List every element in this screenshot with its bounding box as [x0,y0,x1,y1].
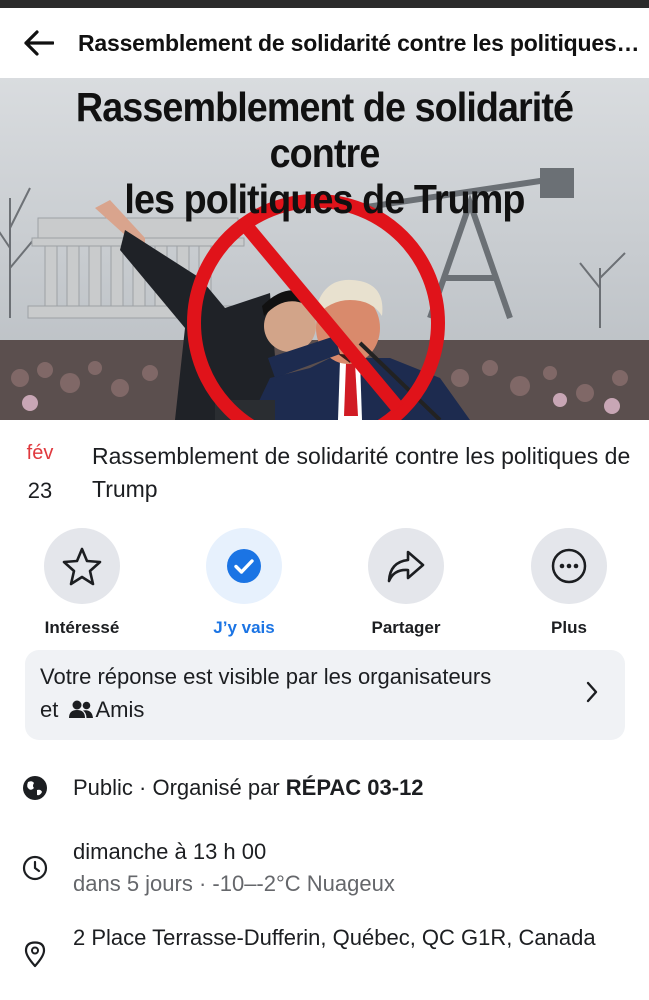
more-icon [551,548,587,584]
going-button[interactable]: J’y vais [184,528,304,638]
privacy-label: Public · Organisé par [73,775,280,800]
more-icon-circle [531,528,607,604]
interested-icon-circle [44,528,120,604]
chevron-right-icon [585,680,599,709]
going-label: J’y vais [213,618,275,637]
globe-icon [21,774,49,802]
more-button[interactable]: Plus [509,528,629,638]
location-pin-icon [21,940,49,968]
cover-headline: Rassemblement de solidarité contre les p… [26,84,623,222]
friends-icon [69,700,94,718]
event-actions: Intéressé J’y vais Partager Plus [0,528,649,638]
interested-label: Intéressé [44,618,120,637]
visibility-text-line-2: et Amis [40,693,575,726]
event-date: fév 23 [16,440,64,506]
forecast-text: dans 5 jours · -10–-2°C Nuageux [73,871,395,896]
cover-headline-line-2: les politiques de Trump [124,176,525,222]
more-label: Plus [551,618,587,637]
back-button[interactable] [14,18,64,68]
share-icon-circle [368,528,444,604]
check-circle-icon [227,549,261,583]
event-cover-image[interactable]: Rassemblement de solidarité contre les p… [0,78,649,420]
arrow-left-icon [24,30,54,56]
privacy-text: Public · Organisé par RÉPAC 03-12 [73,772,633,804]
clock-icon [21,854,49,882]
star-icon [62,547,102,586]
organizer-link[interactable]: RÉPAC 03-12 [286,775,424,800]
datetime-text: dimanche à 13 h 00 [73,839,267,864]
cover-headline-line-1: Rassemblement de solidarité contre [75,84,574,176]
status-bar [0,0,649,8]
address-text: 2 Place Terrasse-Dufferin, Québec, QC G1… [73,925,596,950]
response-visibility-card[interactable]: Votre réponse est visible par les organi… [25,650,625,740]
share-label: Partager [371,618,441,637]
going-icon-circle [206,528,282,604]
event-title: Rassemblement de solidarité contre les p… [92,443,631,502]
interested-button[interactable]: Intéressé [22,528,142,638]
visibility-text-friends: Amis [95,697,145,722]
page-title: Rassemblement de solidarité contre les p… [78,29,643,56]
event-date-day: 23 [27,478,53,503]
visibility-text-line-1: Votre réponse est visible par les organi… [40,664,492,689]
visibility-text-prefix: et [40,697,59,722]
top-bar: Rassemblement de solidarité contre les p… [0,8,649,78]
share-button[interactable]: Partager [346,528,466,638]
share-icon [387,550,425,583]
event-date-month: fév [26,442,54,464]
